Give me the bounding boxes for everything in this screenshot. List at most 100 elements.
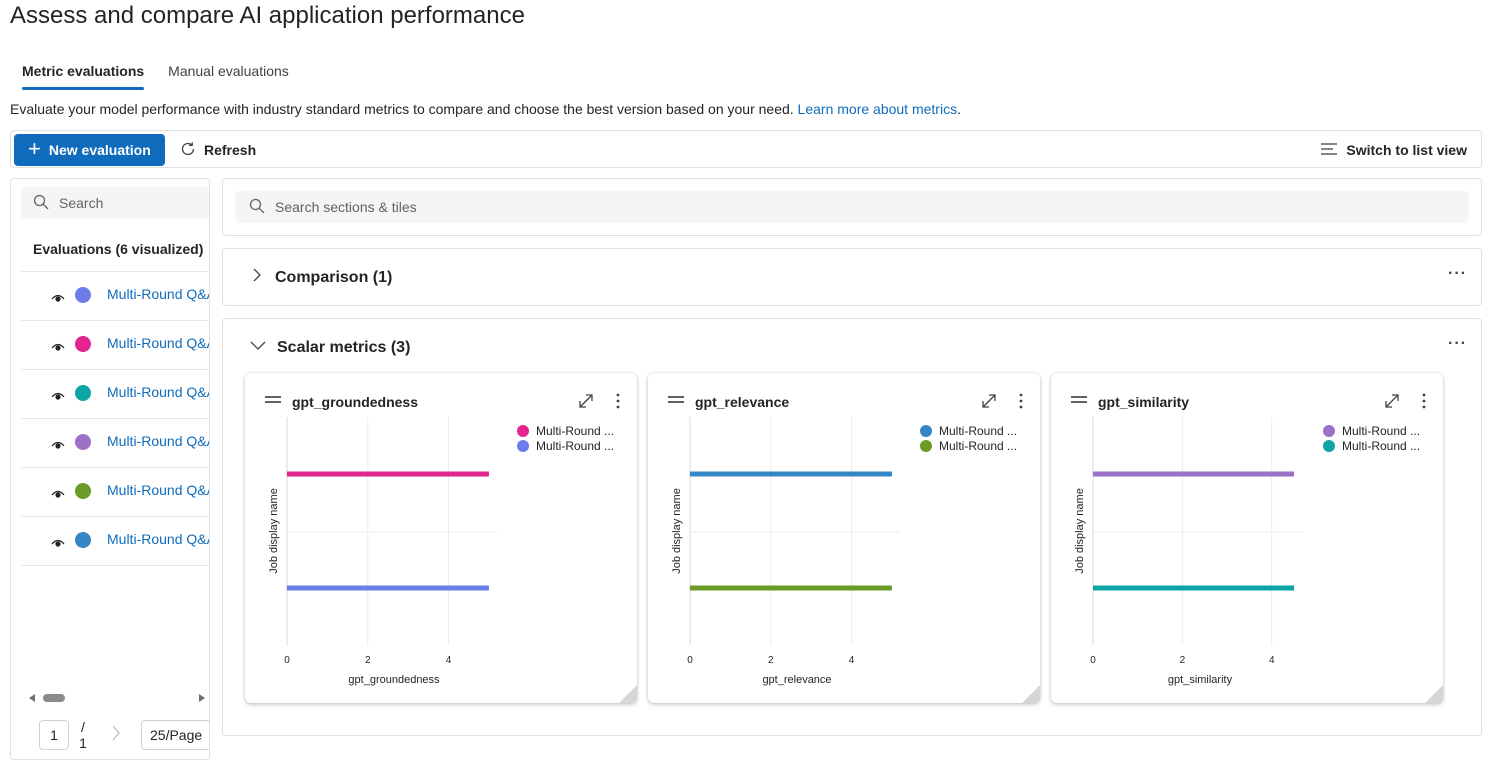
refresh-button[interactable]: Refresh	[179, 134, 256, 166]
more-vertical-icon[interactable]	[1018, 392, 1024, 413]
more-vertical-icon[interactable]	[1421, 392, 1427, 413]
scroll-right-icon[interactable]	[199, 694, 205, 702]
bar[interactable]	[287, 585, 489, 591]
legend-item[interactable]: Multi-Round ...	[517, 438, 614, 453]
refresh-label: Refresh	[204, 142, 257, 158]
eye-icon[interactable]	[51, 437, 65, 453]
bar[interactable]	[1093, 585, 1295, 591]
expand-icon[interactable]	[980, 392, 998, 413]
card-title: gpt_similarity	[1098, 394, 1190, 410]
x-tick-label: 2	[365, 655, 371, 666]
list-item[interactable]: Multi-Round Q&A	[21, 320, 209, 369]
sections-search-container: Search sections & tiles	[222, 178, 1482, 236]
legend-label: Multi-Round ...	[939, 423, 1018, 438]
x-axis-label: gpt_similarity	[1168, 674, 1233, 686]
description-suffix: .	[957, 101, 961, 117]
bar[interactable]	[690, 585, 892, 591]
tab-manual-evaluations[interactable]: Manual evaluations	[156, 56, 301, 90]
more-vertical-icon[interactable]	[615, 392, 621, 413]
tab-list: Metric evaluations Manual evaluations	[10, 56, 301, 90]
plus-icon: +	[28, 136, 41, 161]
more-options-icon[interactable]: ···	[1448, 265, 1467, 283]
list-icon	[1320, 142, 1338, 159]
comparison-section: Comparison (1) ···	[222, 248, 1482, 306]
chevron-down-icon	[249, 337, 267, 358]
card-title: gpt_groundedness	[292, 394, 419, 410]
metric-card-gpt-similarity: 0 2 4 gpt_similarity Job display name gpt_sim…	[1051, 373, 1443, 703]
scroll-left-icon[interactable]	[29, 694, 35, 702]
evaluations-heading: Evaluations (6 visualized)	[33, 241, 204, 257]
resize-handle-icon[interactable]	[1425, 685, 1443, 703]
legend-marker	[920, 439, 932, 452]
legend-item[interactable]: Multi-Round ...	[920, 438, 1017, 453]
drag-handle-icon[interactable]	[1071, 396, 1087, 406]
list-item[interactable]: Multi-Round Q&A	[21, 418, 209, 467]
resize-handle-icon[interactable]	[1022, 685, 1040, 703]
scrollbar-thumb[interactable]	[43, 694, 65, 702]
bar[interactable]	[287, 471, 489, 477]
bar[interactable]	[690, 471, 892, 477]
expand-icon[interactable]	[1383, 392, 1401, 413]
comparison-section-title: Comparison (1)	[275, 268, 393, 286]
legend-marker	[517, 439, 529, 452]
evaluation-link[interactable]: Multi-Round Q&A	[107, 335, 209, 351]
sections-search-input[interactable]: Search sections & tiles	[235, 191, 1469, 223]
drag-handle-icon[interactable]	[265, 396, 281, 406]
legend-item[interactable]: Multi-Round ...	[920, 423, 1017, 438]
switch-to-list-view-label: Switch to list view	[1346, 142, 1467, 158]
color-dot	[75, 532, 91, 548]
refresh-icon	[179, 140, 197, 161]
x-tick-label: 2	[768, 655, 774, 666]
bar[interactable]	[1093, 471, 1295, 477]
scalar-metrics-section-header[interactable]: Scalar metrics (3)	[249, 337, 410, 358]
list-item[interactable]: Multi-Round Q&A	[21, 467, 209, 516]
legend-marker	[517, 424, 529, 437]
x-axis-label: gpt_groundedness	[348, 674, 440, 686]
search-icon	[249, 198, 265, 217]
resize-handle-icon[interactable]	[619, 685, 637, 703]
page-total: / 1	[77, 719, 89, 751]
evaluations-panel: Search Evaluations (6 visualized) Multi-…	[10, 178, 210, 760]
x-tick-label: 4	[1269, 655, 1275, 666]
next-page-icon[interactable]	[111, 725, 121, 746]
eye-icon[interactable]	[51, 388, 65, 404]
learn-more-link[interactable]: Learn more about metrics	[798, 101, 958, 117]
legend-marker	[1323, 439, 1335, 452]
eye-icon[interactable]	[51, 339, 65, 355]
switch-to-list-view-button[interactable]: Switch to list view	[1320, 134, 1467, 166]
color-dot	[75, 385, 91, 401]
page-number-input[interactable]: 1	[39, 720, 69, 750]
list-item[interactable]: Multi-Round Q&A	[21, 516, 209, 565]
x-tick-label: 0	[284, 655, 290, 666]
metric-card-gpt-relevance: 0 2 4 gpt_relevance Job display name gpt_rele…	[648, 373, 1040, 703]
evaluations-search-input[interactable]: Search	[21, 187, 209, 219]
legend-item[interactable]: Multi-Round ...	[1323, 438, 1420, 453]
page-title: Assess and compare AI application perfor…	[10, 2, 525, 29]
evaluation-link[interactable]: Multi-Round Q&A	[107, 531, 209, 547]
metric-card-gpt-groundedness: 0 2 4 gpt_groundedness Job display name gpt_g…	[245, 373, 637, 703]
list-item[interactable]: Multi-Round Q&A	[21, 271, 209, 320]
list-item[interactable]: Multi-Round Q&A	[21, 369, 209, 418]
new-evaluation-button[interactable]: + New evaluation	[14, 134, 165, 166]
evaluation-link[interactable]: Multi-Round Q&A	[107, 433, 209, 449]
evaluation-link[interactable]: Multi-Round Q&A	[107, 482, 209, 498]
expand-icon[interactable]	[577, 392, 595, 413]
page-size-select[interactable]: 25/Page	[141, 720, 209, 750]
list-divider	[21, 565, 209, 566]
horizontal-scrollbar[interactable]	[29, 693, 205, 703]
scalar-metrics-section-title: Scalar metrics (3)	[277, 338, 411, 356]
legend-item[interactable]: Multi-Round ...	[1323, 423, 1420, 438]
chart-legend: Multi-Round ... Multi-Round ...	[920, 423, 1017, 453]
eye-icon[interactable]	[51, 535, 65, 551]
evaluation-link[interactable]: Multi-Round Q&A	[107, 286, 209, 302]
comparison-section-header[interactable]: Comparison (1)	[249, 267, 392, 288]
legend-item[interactable]: Multi-Round ...	[517, 423, 614, 438]
description-text: Evaluate your model performance with ind…	[10, 101, 794, 117]
evaluation-link[interactable]: Multi-Round Q&A	[107, 384, 209, 400]
tab-metric-evaluations[interactable]: Metric evaluations	[10, 56, 156, 90]
drag-handle-icon[interactable]	[668, 396, 684, 406]
more-options-icon[interactable]: ···	[1448, 335, 1467, 353]
eye-icon[interactable]	[51, 486, 65, 502]
legend-label: Multi-Round ...	[1342, 423, 1421, 438]
eye-icon[interactable]	[51, 290, 65, 306]
